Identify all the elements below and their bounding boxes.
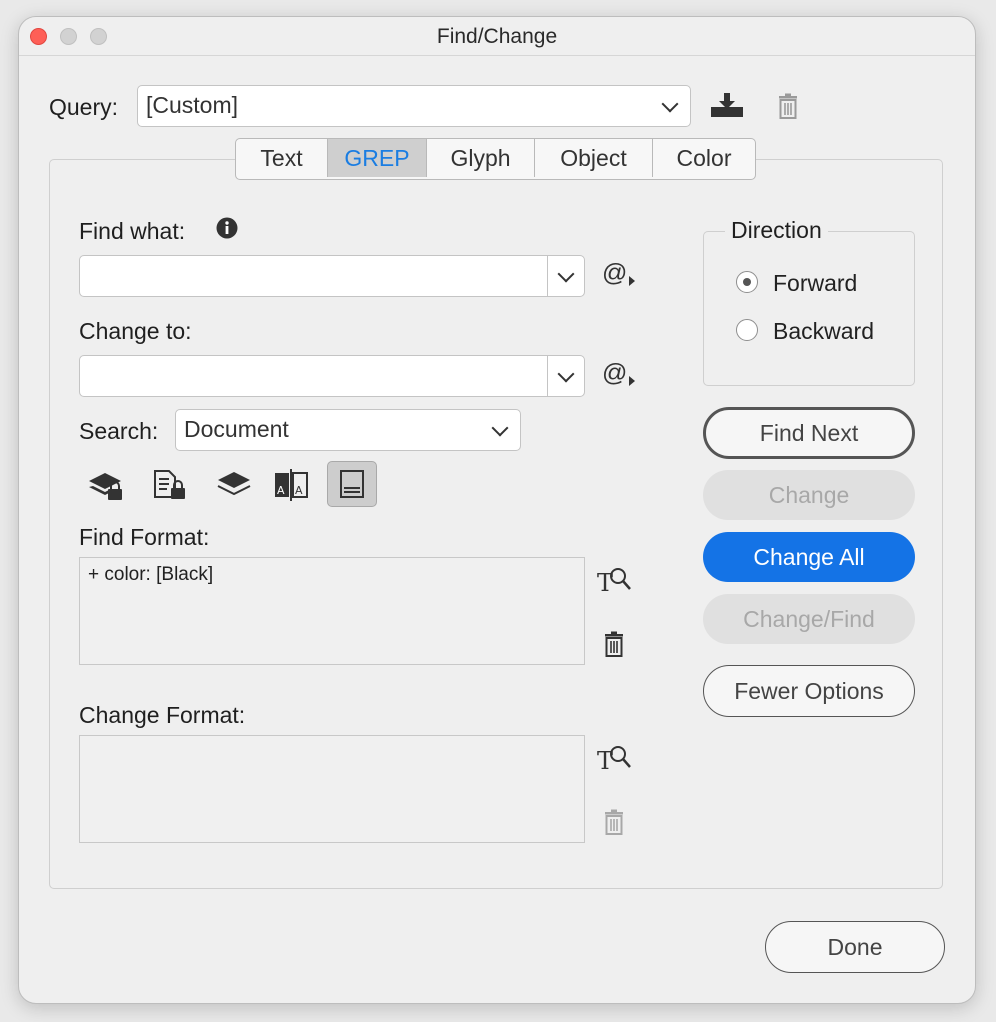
title-bar: Find/Change <box>19 17 975 56</box>
include-locked-stories-toggle[interactable] <box>145 461 195 507</box>
tab-object[interactable]: Object <box>535 139 653 177</box>
find-format-value: + color: [Black] <box>88 564 214 585</box>
include-hidden-layers-toggle[interactable] <box>209 461 259 507</box>
change-to-label: Change to: <box>79 318 192 344</box>
search-label: Search: <box>79 418 159 444</box>
change-all-button[interactable]: Change All <box>703 532 915 582</box>
tab-color[interactable]: Color <box>653 139 755 177</box>
find-next-button[interactable]: Find Next <box>703 407 915 459</box>
find-format-label: Find Format: <box>79 524 210 550</box>
direction-backward-label[interactable]: Backward <box>773 318 874 345</box>
find-change-dialog: Find/Change Query: [Custom] Text GREP Gl… <box>18 16 976 1004</box>
change-format-box[interactable] <box>79 735 585 843</box>
find-format-box[interactable]: + color: [Black] <box>79 557 585 665</box>
direction-backward-radio[interactable] <box>736 319 758 341</box>
save-query-icon[interactable] <box>710 91 744 124</box>
specify-find-format-icon[interactable]: T <box>597 565 633 600</box>
footnotes-icon <box>340 470 364 498</box>
info-icon[interactable] <box>216 217 238 244</box>
change-button[interactable]: Change <box>703 470 915 520</box>
special-characters-change-icon[interactable]: @ <box>602 359 636 388</box>
clear-change-format-icon[interactable] <box>603 809 625 840</box>
locked-layers-icon <box>89 473 122 500</box>
svg-text:T: T <box>597 747 613 773</box>
query-label: Query: <box>49 94 119 120</box>
window-title: Find/Change <box>436 25 558 48</box>
done-button[interactable]: Done <box>765 921 945 973</box>
tab-text[interactable]: Text <box>236 139 328 177</box>
change-format-label: Change Format: <box>79 702 246 728</box>
chevron-down-icon <box>557 365 575 383</box>
svg-text:A: A <box>295 484 303 497</box>
special-characters-find-icon[interactable]: @ <box>602 259 636 288</box>
fewer-options-button[interactable]: Fewer Options <box>703 665 915 717</box>
find-what-label: Find what: <box>79 218 186 244</box>
clear-find-format-icon[interactable] <box>603 631 625 662</box>
svg-text:A: A <box>277 484 285 497</box>
direction-label: Direction <box>725 217 828 244</box>
tab-grep[interactable]: GREP <box>328 139 427 177</box>
query-dropdown[interactable]: [Custom] <box>137 85 691 127</box>
hidden-layers-icon <box>217 472 251 496</box>
svg-text:T: T <box>597 569 613 595</box>
change-to-history-button[interactable] <box>547 356 584 396</box>
mode-tabs: Text GREP Glyph Object Color <box>235 138 756 180</box>
direction-forward-label[interactable]: Forward <box>773 270 857 297</box>
delete-query-icon[interactable] <box>777 93 799 124</box>
include-footnotes-toggle[interactable] <box>327 461 377 507</box>
direction-group <box>703 231 915 386</box>
search-scope-dropdown[interactable]: Document <box>175 409 521 451</box>
include-master-pages-toggle[interactable]: A A <box>269 461 319 507</box>
search-scope-value: Document <box>184 416 289 442</box>
master-pages-icon: A A <box>275 469 308 501</box>
find-what-input[interactable] <box>79 255 585 297</box>
chevron-down-icon <box>557 265 575 283</box>
tab-glyph[interactable]: Glyph <box>427 139 535 177</box>
include-locked-layers-toggle[interactable] <box>81 461 131 507</box>
direction-forward-radio[interactable] <box>736 271 758 293</box>
change-to-input[interactable] <box>79 355 585 397</box>
locked-stories-icon <box>154 470 185 499</box>
chevron-down-icon <box>661 95 679 113</box>
find-what-history-button[interactable] <box>547 256 584 296</box>
query-value: [Custom] <box>146 92 239 118</box>
chevron-down-icon <box>491 419 509 437</box>
change-find-button[interactable]: Change/Find <box>703 594 915 644</box>
specify-change-format-icon[interactable]: T <box>597 743 633 778</box>
